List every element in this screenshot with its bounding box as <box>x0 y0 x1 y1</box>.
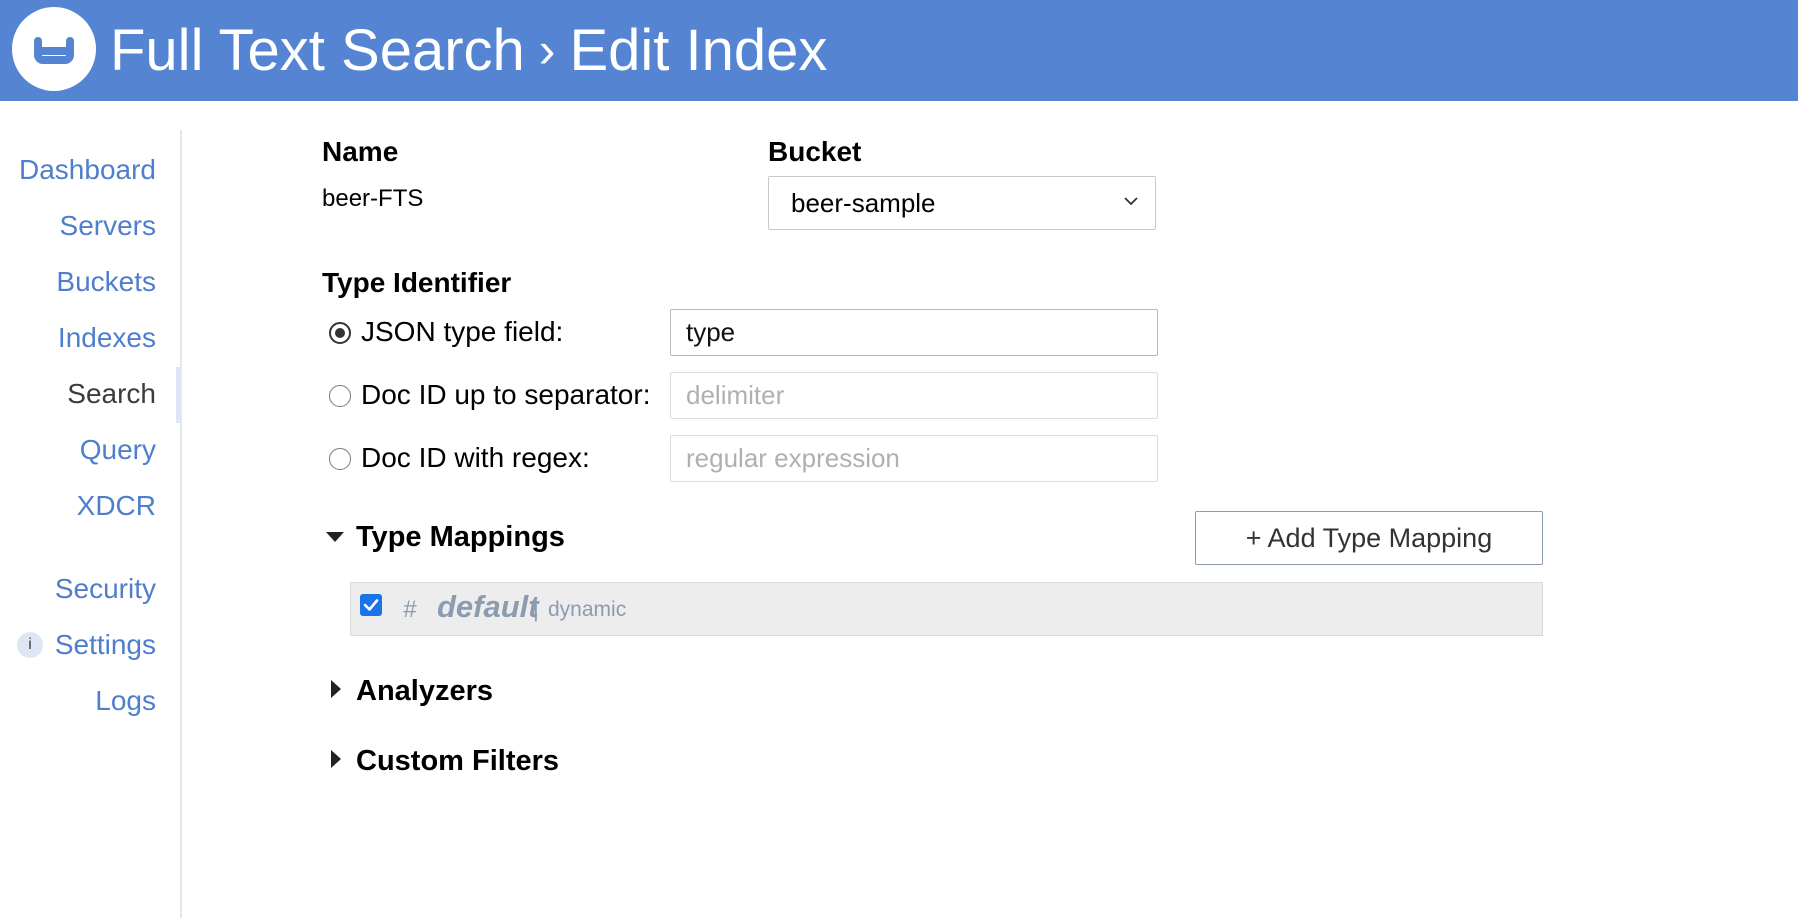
hash-icon: # <box>403 596 417 623</box>
name-label: Name <box>322 136 399 167</box>
mapping-name[interactable]: default <box>437 589 539 625</box>
bucket-selected-value: beer-sample <box>791 187 936 218</box>
sidebar-item-indexes[interactable]: Indexes <box>58 322 156 354</box>
checkmark-icon <box>363 599 379 611</box>
radio-doc-id-regex[interactable] <box>329 448 351 470</box>
sidebar-item-logs[interactable]: Logs <box>95 685 156 717</box>
json-type-field-input[interactable]: type <box>670 309 1158 356</box>
caret-right-icon[interactable] <box>329 679 343 699</box>
type-mappings-title[interactable]: Type Mappings <box>356 521 565 554</box>
active-nav-indicator <box>176 367 181 423</box>
doc-id-regex-label: Doc ID with regex: <box>361 442 590 473</box>
info-icon[interactable]: i <box>17 632 43 658</box>
json-type-field-label: JSON type field: <box>361 316 564 347</box>
breadcrumb-edit-index: Edit Index <box>569 17 828 83</box>
sidebar-item-servers[interactable]: Servers <box>60 210 156 242</box>
sidebar-item-settings[interactable]: Settings <box>55 629 156 661</box>
index-name-value: beer-FTS <box>322 185 424 212</box>
caret-right-icon[interactable] <box>329 749 343 769</box>
breadcrumb-full-text-search[interactable]: Full Text Search <box>110 17 525 84</box>
sidebar-item-xdcr[interactable]: XDCR <box>77 490 156 522</box>
app-header: Full Text Search › Edit Index <box>0 0 1798 101</box>
bucket-select[interactable]: beer-sample <box>768 176 1156 230</box>
type-identifier-label: Type Identifier <box>322 267 512 298</box>
regex-input[interactable]: regular expression <box>670 435 1158 482</box>
caret-down-icon[interactable] <box>325 530 345 544</box>
couchbase-logo-icon[interactable] <box>12 7 96 91</box>
radio-json-type-field[interactable] <box>329 322 351 344</box>
delimiter-input[interactable]: delimiter <box>670 372 1158 419</box>
sidebar-item-dashboard[interactable]: Dashboard <box>19 154 156 186</box>
type-mapping-row[interactable]: # default | dynamic <box>350 582 1543 636</box>
breadcrumb-separator: › <box>538 22 556 78</box>
page-title: Full Text Search › Edit Index <box>110 10 827 90</box>
add-type-mapping-button[interactable]: + Add Type Mapping <box>1195 511 1543 565</box>
mapping-separator: | <box>533 597 539 622</box>
mapping-type: dynamic <box>548 598 627 621</box>
radio-doc-id-separator[interactable] <box>329 385 351 407</box>
sidebar-item-query[interactable]: Query <box>80 434 156 466</box>
analyzers-title[interactable]: Analyzers <box>356 675 493 708</box>
sidebar-item-buckets[interactable]: Buckets <box>56 266 156 298</box>
mapping-enabled-checkbox[interactable] <box>360 594 382 616</box>
custom-filters-title[interactable]: Custom Filters <box>356 745 559 778</box>
sidebar-nav: Dashboard Servers Buckets Indexes Search… <box>0 130 182 918</box>
sidebar-item-security[interactable]: Security <box>55 573 156 605</box>
sidebar-item-search[interactable]: Search <box>67 378 156 410</box>
doc-id-separator-label: Doc ID up to separator: <box>361 379 651 410</box>
chevron-down-icon <box>1124 197 1138 206</box>
bucket-label: Bucket <box>768 136 862 167</box>
